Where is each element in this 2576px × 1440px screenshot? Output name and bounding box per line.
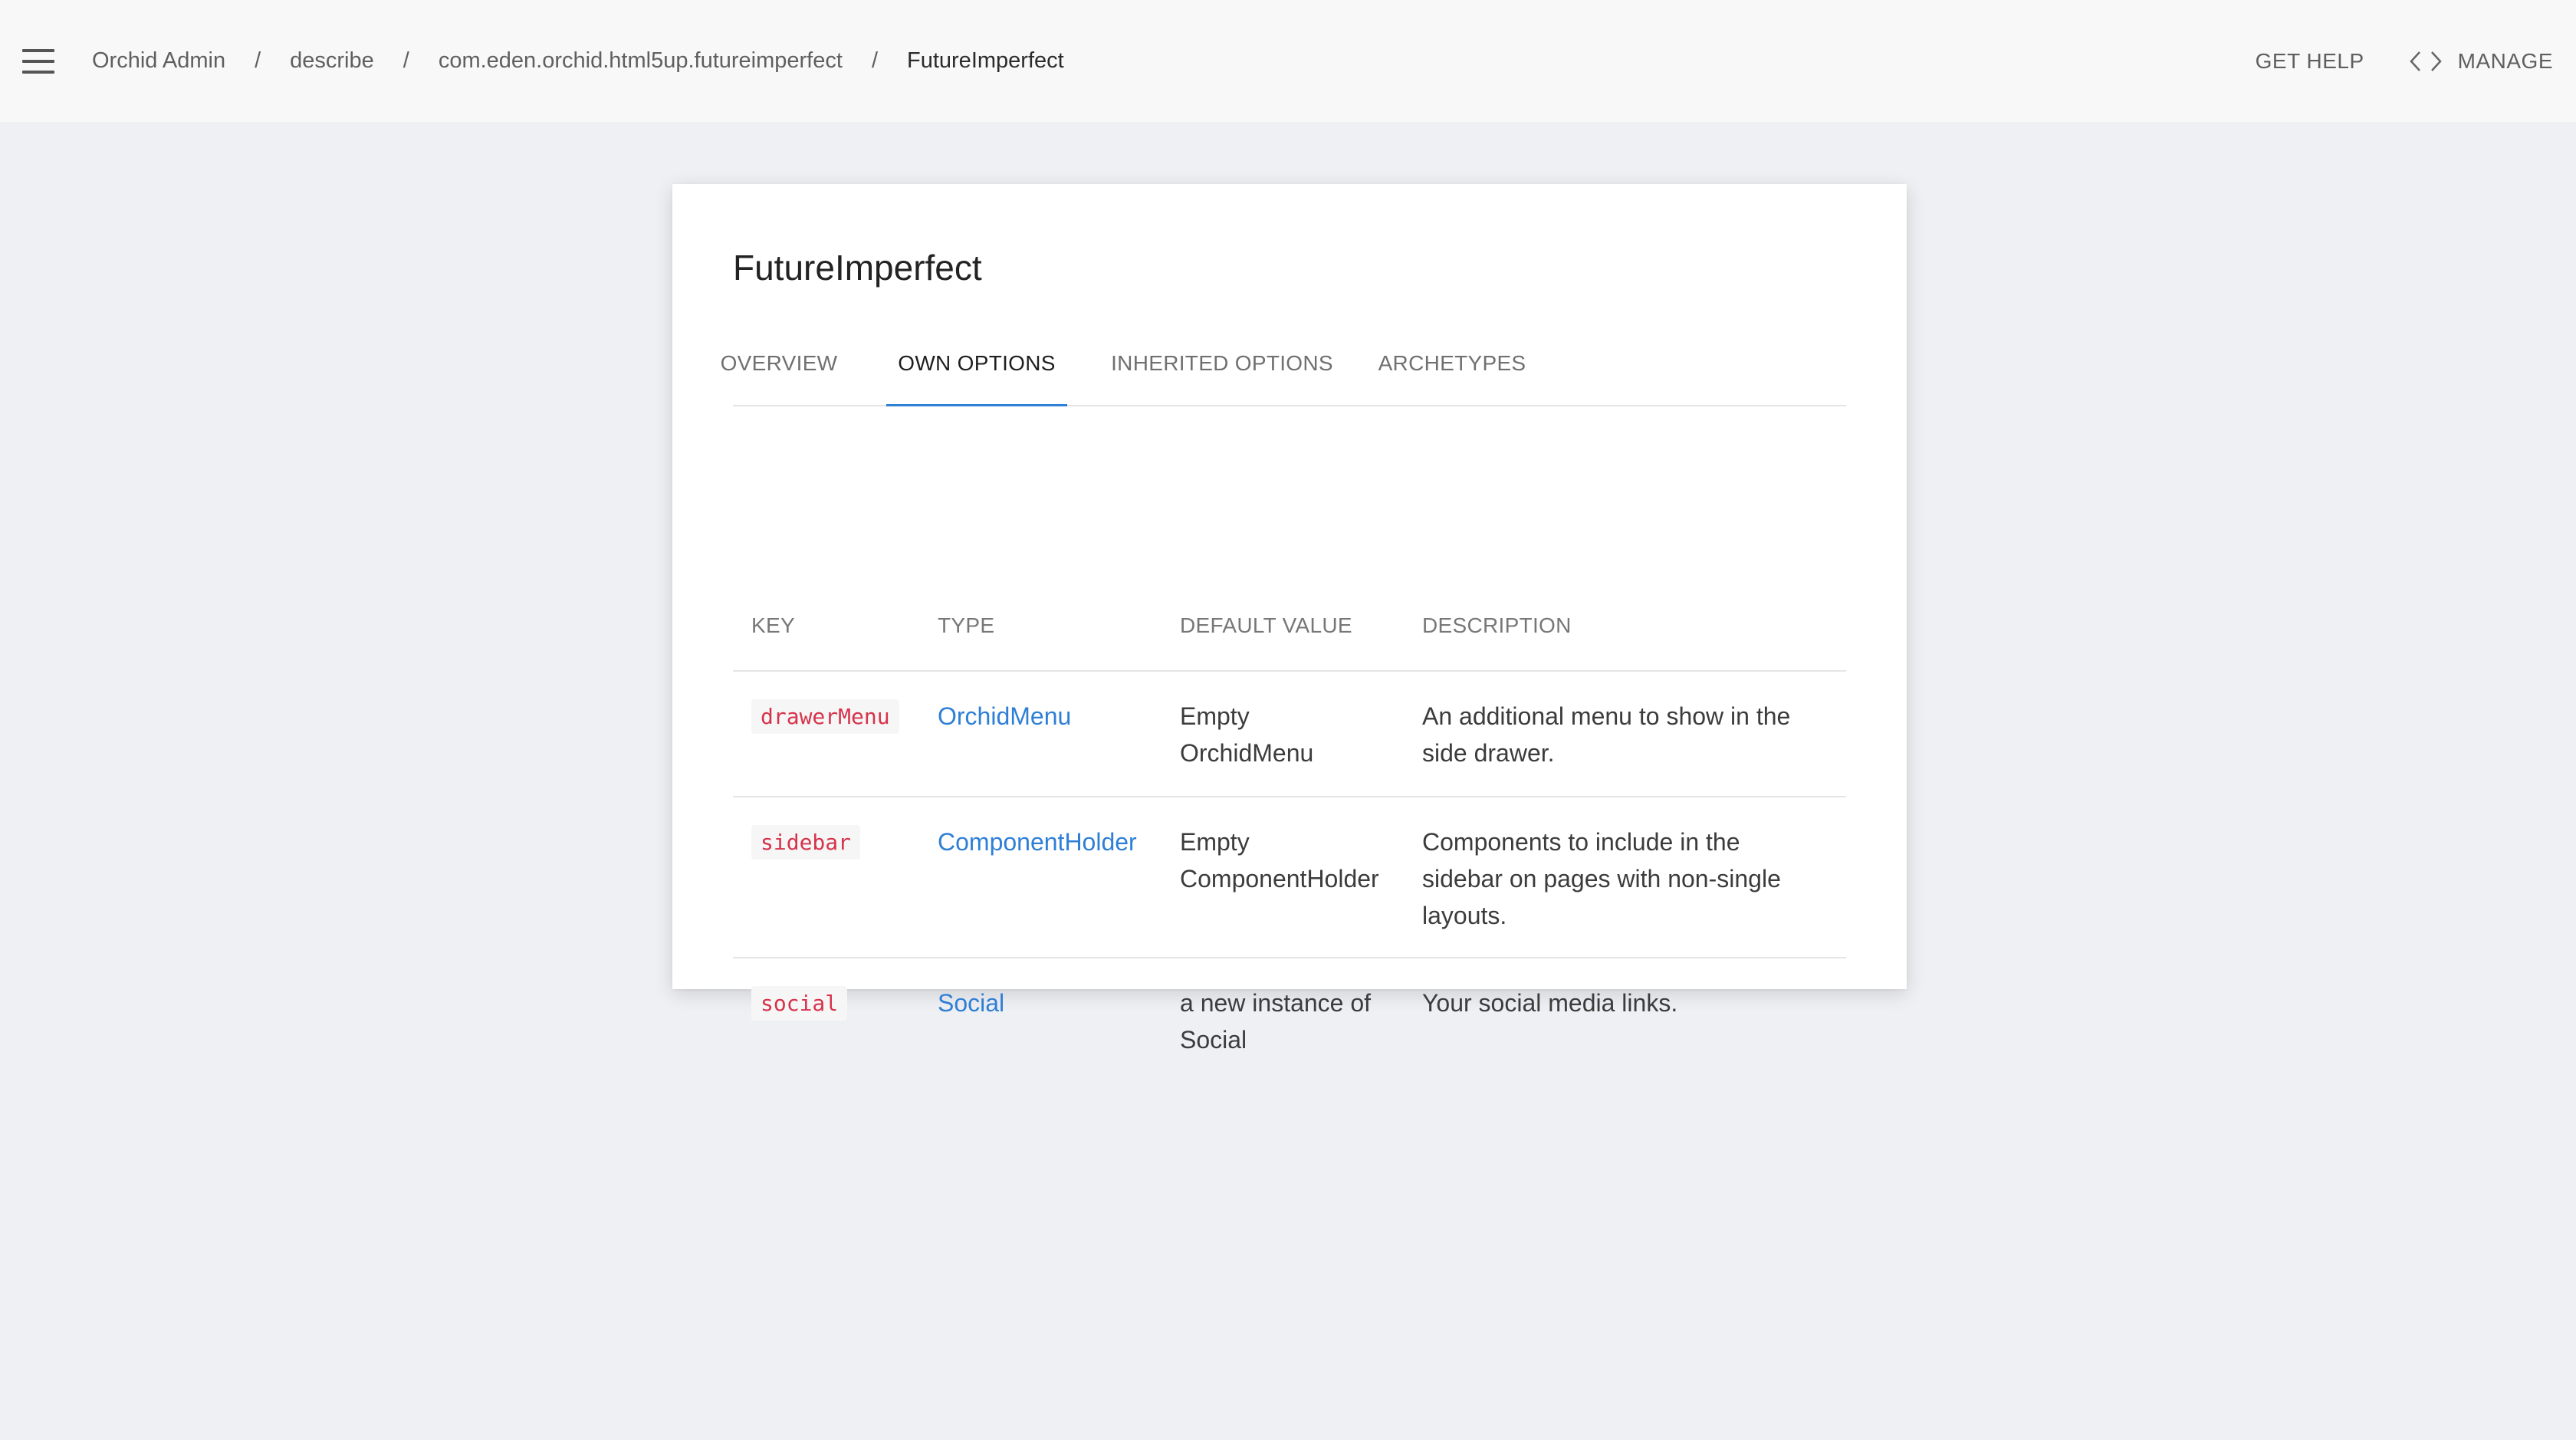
description-line: Your social media links.	[1422, 989, 1678, 1017]
description-line: sidebar on pages with non-single	[1422, 865, 1781, 893]
type-link[interactable]: OrchidMenu	[938, 698, 1071, 735]
option-key: sidebar	[751, 825, 861, 860]
get-help-button[interactable]: GET HELP	[2256, 49, 2364, 74]
tab-bar: OVERVIEW OWN OPTIONS INHERITED OPTIONS A…	[721, 322, 1846, 406]
type-link[interactable]: ComponentHolder	[938, 824, 1137, 860]
table-row: social Social a new instance of Social Y…	[733, 960, 1846, 1083]
breadcrumb-separator: /	[402, 48, 409, 73]
breadcrumb-separator: /	[871, 48, 878, 73]
type-link[interactable]: Social	[938, 985, 1004, 1021]
default-value-line: ComponentHolder	[1180, 865, 1379, 893]
header-type: TYPE	[938, 613, 995, 637]
table-row: sidebar ComponentHolder Empty ComponentH…	[733, 799, 1846, 958]
description-line: An additional menu to show in the	[1422, 702, 1791, 730]
breadcrumb-describe[interactable]: describe	[290, 48, 374, 74]
option-key: drawerMenu	[751, 699, 899, 734]
breadcrumb: Orchid Admin / describe / com.eden.orchi…	[92, 0, 1064, 122]
menu-icon[interactable]	[22, 49, 54, 74]
option-key: social	[751, 986, 848, 1021]
default-value-line: OrchidMenu	[1180, 739, 1314, 767]
breadcrumb-current: FutureImperfect	[907, 48, 1064, 73]
default-value-line: Empty	[1180, 828, 1250, 856]
tab-overview[interactable]: OVERVIEW	[721, 322, 838, 405]
options-card: FutureImperfect OVERVIEW OWN OPTIONS INH…	[672, 184, 1907, 1054]
default-value-line: a new instance of	[1180, 989, 1372, 1017]
table-row: drawerMenu OrchidMenu Empty OrchidMenu A…	[733, 673, 1846, 797]
breadcrumb-orchid-admin[interactable]: Orchid Admin	[92, 48, 225, 74]
page-title: FutureImperfect	[733, 248, 982, 288]
table-header: KEY TYPE DEFAULT VALUE DESCRIPTION	[733, 575, 1846, 672]
header-key: KEY	[751, 613, 795, 637]
description-line: layouts.	[1422, 902, 1507, 929]
tab-inherited-options[interactable]: INHERITED OPTIONS	[1103, 322, 1341, 405]
header-default-value: DEFAULT VALUE	[1180, 613, 1352, 637]
default-value-line: Empty	[1180, 702, 1250, 730]
top-actions: GET HELP MANAGE	[2256, 0, 2553, 122]
tab-own-options[interactable]: OWN OPTIONS	[886, 322, 1067, 406]
breadcrumb-package[interactable]: com.eden.orchid.html5up.futureimperfect	[439, 48, 843, 74]
header-description: DESCRIPTION	[1422, 613, 1572, 637]
manage-label: MANAGE	[2457, 48, 2553, 73]
code-icon	[2409, 51, 2442, 71]
breadcrumb-separator: /	[255, 48, 261, 73]
tab-archetypes[interactable]: ARCHETYPES	[1374, 322, 1530, 405]
manage-button[interactable]: MANAGE	[2409, 49, 2553, 74]
top-bar: Orchid Admin / describe / com.eden.orchi…	[0, 0, 2576, 122]
description-line: Components to include in the	[1422, 828, 1740, 856]
default-value-line: Social	[1180, 1026, 1247, 1054]
description-line: side drawer.	[1422, 739, 1555, 767]
